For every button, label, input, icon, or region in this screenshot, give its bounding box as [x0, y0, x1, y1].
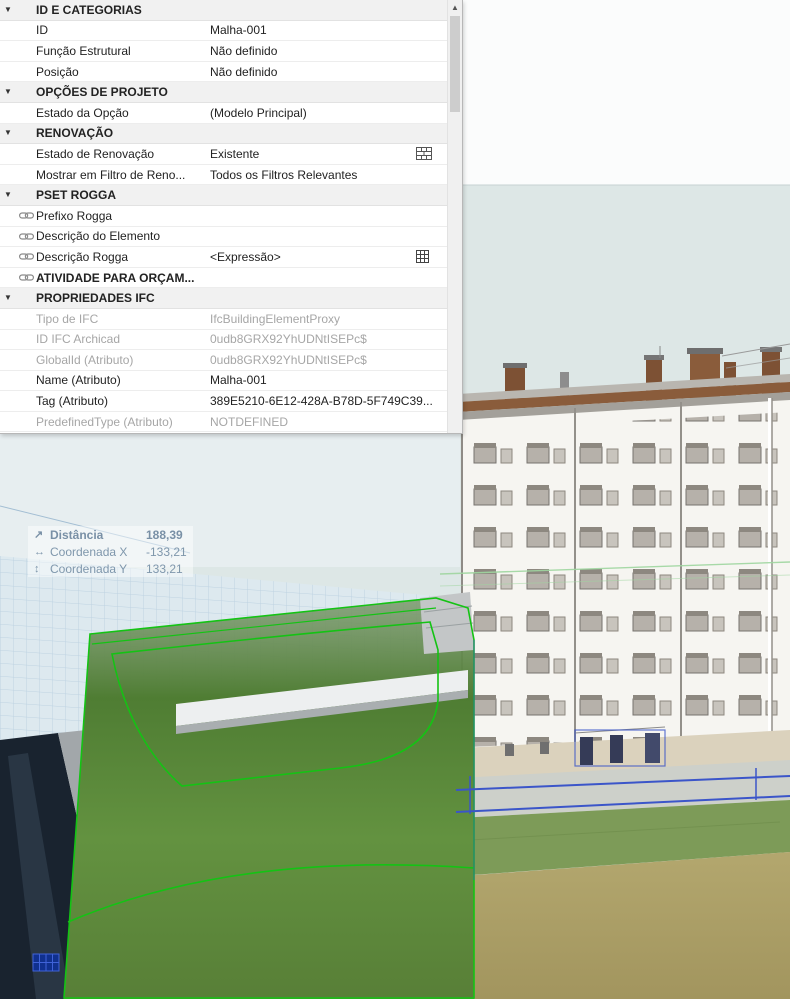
chain-link-icon — [16, 232, 36, 241]
property-label: PredefinedType (Atributo) — [36, 414, 173, 429]
chain-link-icon — [16, 252, 36, 261]
scrollbar-thumb[interactable] — [450, 16, 460, 112]
section-header-propriedades-ifc[interactable]: ▼ PROPRIEDADES IFC — [0, 288, 448, 309]
vertical-arrow-icon: ↕ — [34, 562, 40, 575]
property-value[interactable]: Malha-001 — [210, 373, 267, 387]
property-label: Posição — [36, 64, 79, 79]
measurement-overlay: ↗ Distância 188,39 ↔ Coordenada X -133,2… — [28, 526, 193, 577]
section-header-renovacao[interactable]: ▼ RENOVAÇÃO — [0, 123, 448, 145]
property-row-prefixo-rogga[interactable]: Prefixo Rogga — [0, 205, 448, 227]
section-header-id-e-categorias[interactable]: ▼ ID E CATEGORIAS — [0, 0, 448, 21]
scroll-up-button[interactable]: ▲ — [448, 0, 462, 15]
collapse-arrow-icon[interactable]: ▼ — [0, 88, 16, 96]
property-row-descricao-rogga[interactable]: Descrição Rogga <Expressão> — [0, 247, 448, 268]
property-row-estado-da-opcao[interactable]: Estado da Opção (Modelo Principal) — [0, 102, 448, 124]
property-row-predefinedtype[interactable]: PredefinedType (Atributo) NOTDEFINED — [0, 411, 448, 433]
property-label: GlobalId (Atributo) — [36, 352, 134, 367]
property-value[interactable]: Não definido — [210, 44, 277, 58]
property-row-id[interactable]: ID Malha-001 — [0, 20, 448, 42]
property-row-funcao-estrutural[interactable]: Função Estrutural Não definido — [0, 41, 448, 62]
collapse-arrow-icon[interactable]: ▼ — [0, 5, 16, 14]
property-label: Prefixo Rogga — [36, 208, 113, 223]
properties-panel: ▼ ID E CATEGORIAS ID Malha-001 Função Es… — [0, 0, 463, 434]
property-row-id-ifc-archicad[interactable]: ID IFC Archicad 0udb8GRX92YhUDNtISEPc$ — [0, 329, 448, 351]
property-value: NOTDEFINED — [210, 414, 288, 429]
section-header-opcoes-de-projeto[interactable]: ▼ OPÇÕES DE PROJETO — [0, 82, 448, 103]
chain-link-icon — [16, 273, 36, 282]
chain-link-icon — [16, 211, 36, 220]
property-value[interactable]: (Modelo Principal) — [210, 106, 307, 120]
property-label: Tag (Atributo) — [36, 394, 109, 409]
distance-arrow-icon: ↗ — [34, 529, 44, 541]
horizontal-arrow-icon: ↔ — [34, 545, 45, 558]
property-row-name-atributo[interactable]: Name (Atributo) Malha-001 — [0, 370, 448, 392]
property-row-mostrar-filtro[interactable]: Mostrar em Filtro de Reno... Todos os Fi… — [0, 164, 448, 186]
property-row-globalid[interactable]: GlobalId (Atributo) 0udb8GRX92YhUDNtISEP… — [0, 350, 448, 371]
archicad-window: ↗ Distância 188,39 ↔ Coordenada X -133,2… — [0, 0, 790, 999]
section-header-pset-rogga[interactable]: ▼ PSET ROGGA — [0, 185, 448, 206]
brick-wall-icon[interactable] — [416, 147, 432, 165]
property-row-tipo-ifc[interactable]: Tipo de IFC IfcBuildingElementProxy — [0, 308, 448, 330]
property-value[interactable]: Não definido — [210, 65, 277, 79]
distance-label: Distância — [50, 527, 104, 542]
property-row-posicao[interactable]: Posição Não definido — [0, 61, 448, 83]
coord-x-label: Coordenada X — [50, 544, 128, 559]
property-value[interactable]: Existente — [210, 147, 259, 161]
property-label: Name (Atributo) — [36, 373, 121, 388]
distance-value: 188,39 — [146, 527, 183, 542]
property-row-atividade-orcamento[interactable]: ATIVIDADE PARA ORÇAM... — [0, 267, 448, 289]
property-value[interactable]: <Expressão> — [210, 250, 281, 264]
properties-list: ▼ ID E CATEGORIAS ID Malha-001 Função Es… — [0, 0, 448, 433]
coord-x-readout: ↔ Coordenada X -133,21 — [28, 543, 193, 560]
property-label: ID IFC Archicad — [36, 332, 121, 347]
scroll-up-icon: ▲ — [451, 3, 459, 12]
collapse-arrow-icon[interactable]: ▼ — [0, 129, 16, 137]
property-label: ID — [36, 23, 48, 38]
coord-y-label: Coordenada Y — [50, 561, 128, 576]
property-row-tag-atributo[interactable]: Tag (Atributo) 389E5210-6E12-428A-B78D-5… — [0, 391, 448, 412]
collapse-arrow-icon[interactable]: ▼ — [0, 294, 16, 302]
coord-y-value: 133,21 — [146, 561, 183, 576]
property-value: 0udb8GRX92YhUDNtISEPc$ — [210, 352, 367, 367]
property-value: IfcBuildingElementProxy — [210, 311, 341, 326]
property-label: Mostrar em Filtro de Reno... — [36, 167, 186, 182]
property-row-estado-de-renovacao[interactable]: Estado de Renovação Existente — [0, 144, 448, 165]
section-title: ID E CATEGORIAS — [36, 2, 142, 17]
property-label: Estado da Opção — [36, 105, 129, 120]
property-label: Função Estrutural — [36, 43, 131, 58]
property-label: Descrição Rogga — [36, 249, 129, 264]
section-title: OPÇÕES DE PROJETO — [36, 85, 168, 100]
property-value[interactable]: Malha-001 — [210, 23, 267, 37]
coord-x-value: -133,21 — [146, 544, 187, 559]
property-value[interactable]: Todos os Filtros Relevantes — [210, 168, 357, 182]
coord-y-readout: ↕ Coordenada Y 133,21 — [28, 560, 193, 577]
distance-readout: ↗ Distância 188,39 — [28, 526, 193, 543]
collapse-arrow-icon[interactable]: ▼ — [0, 191, 16, 199]
property-value[interactable]: 389E5210-6E12-428A-B78D-5F749C39... — [210, 394, 433, 408]
property-label: Tipo de IFC — [36, 311, 99, 326]
section-title: PROPRIEDADES IFC — [36, 291, 155, 306]
panel-scrollbar[interactable]: ▲ — [447, 0, 462, 433]
property-label: Estado de Renovação — [36, 146, 155, 161]
property-row-descricao-elemento[interactable]: Descrição do Elemento — [0, 226, 448, 248]
property-label: Descrição do Elemento — [36, 229, 161, 244]
section-title: PSET ROGGA — [36, 188, 117, 203]
property-value: 0udb8GRX92YhUDNtISEPc$ — [210, 332, 367, 347]
table-grid-icon[interactable] — [416, 250, 429, 268]
section-title: RENOVAÇÃO — [36, 126, 114, 141]
property-label: ATIVIDADE PARA ORÇAM... — [36, 270, 195, 285]
